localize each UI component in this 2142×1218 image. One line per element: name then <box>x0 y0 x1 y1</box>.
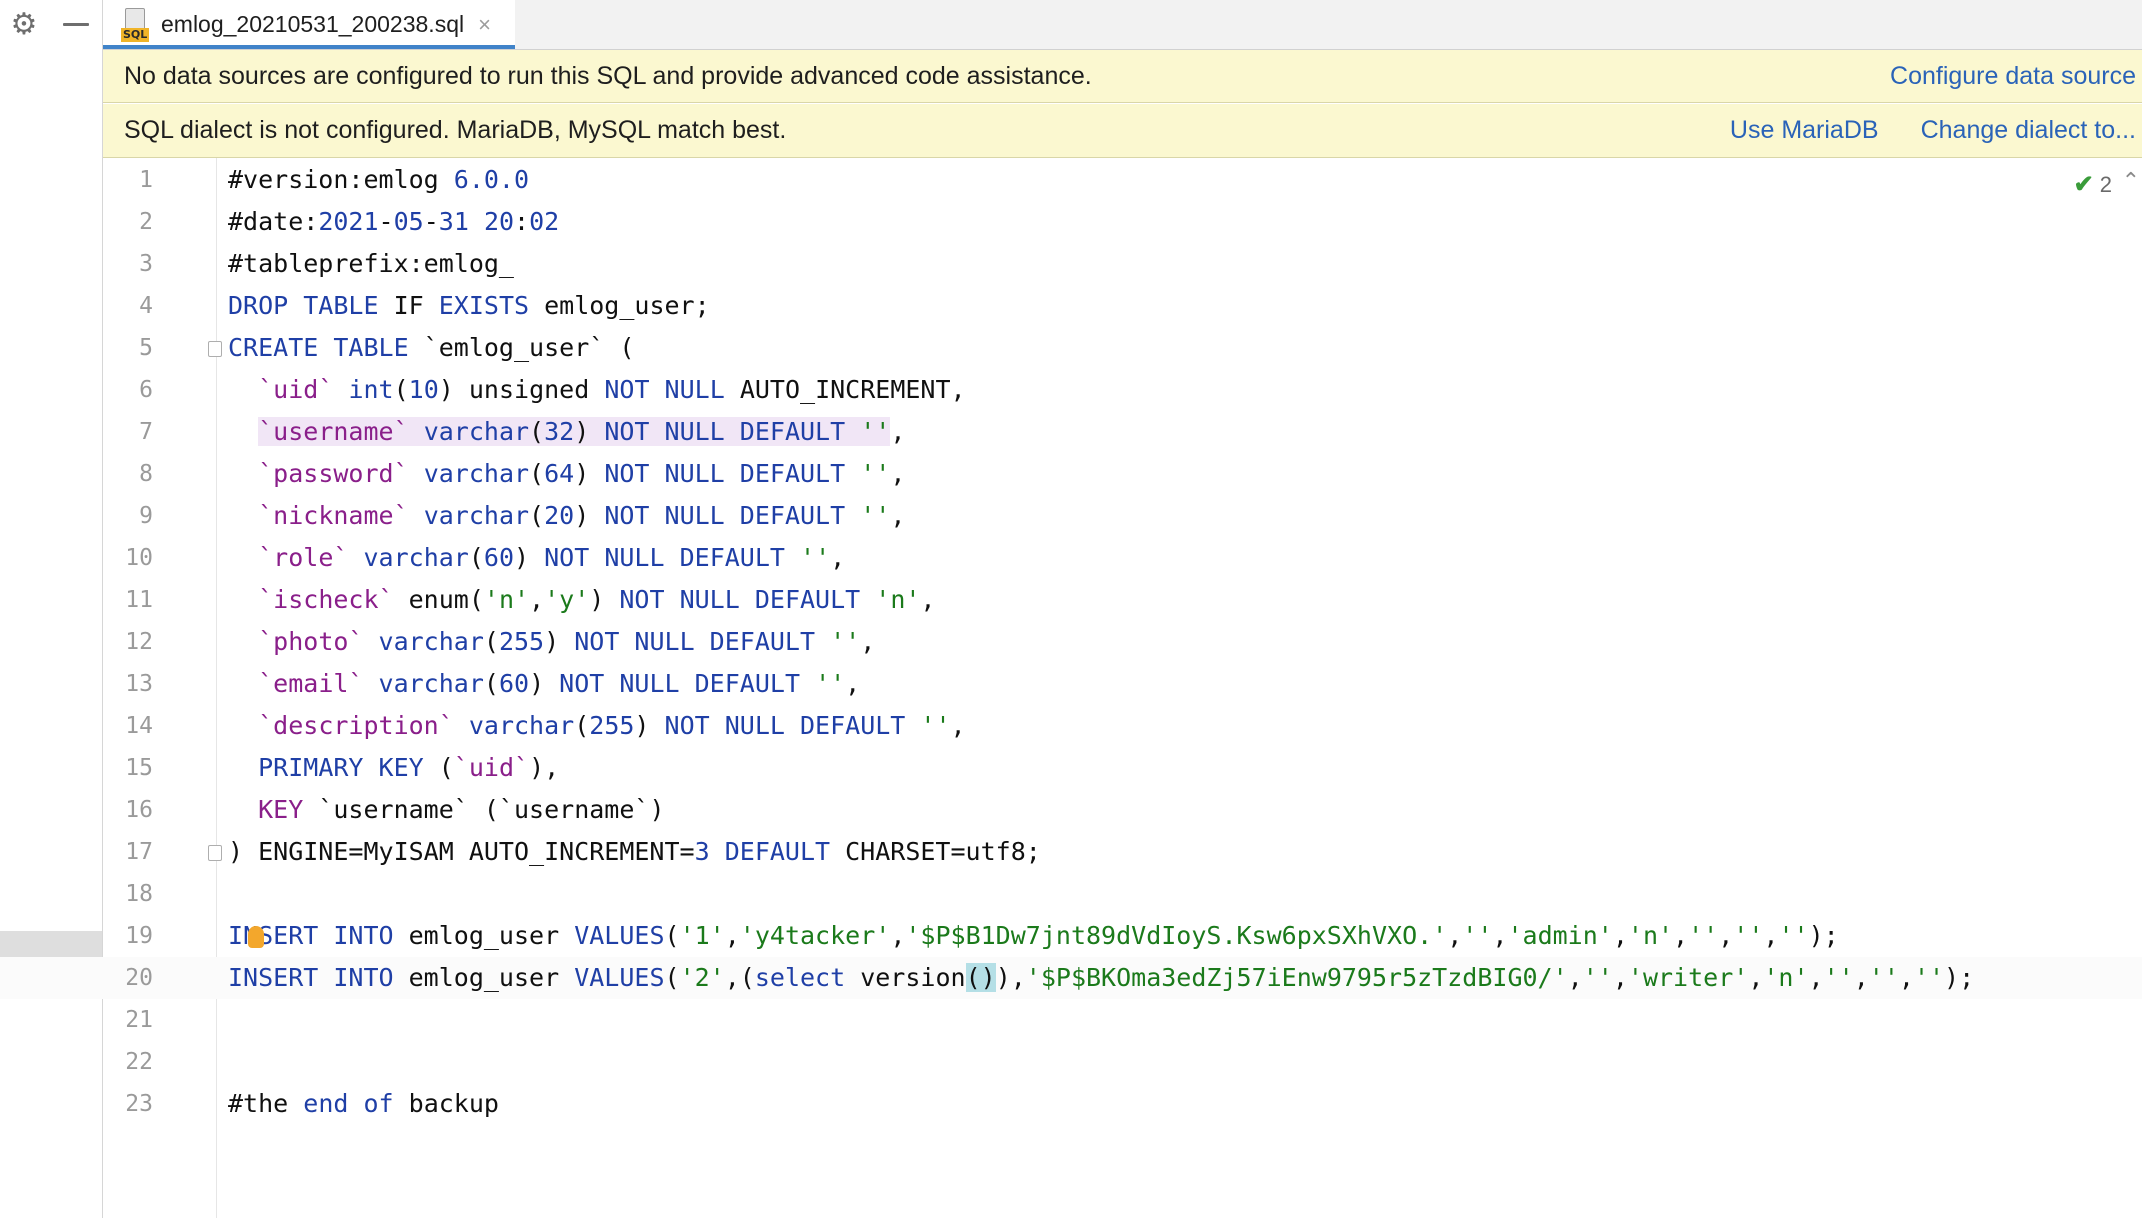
line-number: 2 <box>139 209 153 235</box>
code-text: `password` varchar(64) NOT NULL DEFAULT … <box>258 459 906 488</box>
line-number: 22 <box>125 1049 153 1075</box>
use-mariadb-link[interactable]: Use MariaDB <box>1730 116 1879 145</box>
code-text: `email` varchar(60) NOT NULL DEFAULT '', <box>258 669 861 698</box>
code-text: #version:emlog 6.0.0 <box>228 165 530 194</box>
line-number: 5 <box>139 335 153 361</box>
code-line[interactable]: 2 #date:2021-05-31 20:02 <box>0 201 2142 243</box>
code-text: `description` varchar(255) NOT NULL DEFA… <box>258 711 966 740</box>
code-line[interactable]: 14 `description` varchar(255) NOT NULL D… <box>0 705 2142 747</box>
gear-icon[interactable]: ⚙ <box>2 2 46 46</box>
tab-title: emlog_20210531_200238.sql <box>161 11 465 37</box>
code-line-current[interactable]: 20 INSERT INTO emlog_user VALUES('2',(se… <box>0 957 2142 999</box>
code-line[interactable]: 16 KEY `username` (`username`) <box>0 789 2142 831</box>
line-number: 19 <box>125 923 153 949</box>
code-text: DROP TABLE IF EXISTS emlog_user; <box>228 291 710 320</box>
code-text: `photo` varchar(255) NOT NULL DEFAULT ''… <box>258 627 876 656</box>
code-line[interactable]: 18 <box>0 873 2142 915</box>
code-line[interactable]: 6 `uid` int(10) unsigned NOT NULL AUTO_I… <box>0 369 2142 411</box>
code-text: #date:2021-05-31 20:02 <box>228 207 560 236</box>
intention-bulb-icon[interactable] <box>248 926 264 948</box>
line-number: 21 <box>125 1007 153 1033</box>
code-line[interactable]: 10 `role` varchar(60) NOT NULL DEFAULT '… <box>0 537 2142 579</box>
tab-sql-file[interactable]: SQL emlog_20210531_200238.sql × <box>103 0 515 49</box>
code-text: #the end of backup <box>228 1089 499 1118</box>
code-line[interactable]: 7 `username` varchar(32) NOT NULL DEFAUL… <box>0 411 2142 453</box>
code-line[interactable]: 13 `email` varchar(60) NOT NULL DEFAULT … <box>0 663 2142 705</box>
line-number: 11 <box>125 587 153 613</box>
editor-tab-bar: SQL emlog_20210531_200238.sql × <box>103 0 2142 50</box>
code-line[interactable]: 22 <box>0 1041 2142 1083</box>
change-dialect-link[interactable]: Change dialect to... <box>1921 116 2136 145</box>
code-text: INSERT INTO emlog_user VALUES('2',(selec… <box>228 963 1975 992</box>
minimize-icon[interactable] <box>54 2 98 46</box>
code-line[interactable]: 19 INSERT INTO emlog_user VALUES('1','y4… <box>0 915 2142 957</box>
code-text: CREATE TABLE `emlog_user` ( <box>228 333 635 362</box>
code-line[interactable]: 9 `nickname` varchar(20) NOT NULL DEFAUL… <box>0 495 2142 537</box>
code-text: ) ENGINE=MyISAM AUTO_INCREMENT=3 DEFAULT… <box>228 837 1041 866</box>
line-number: 10 <box>125 545 153 571</box>
code-text: `uid` int(10) unsigned NOT NULL AUTO_INC… <box>258 375 966 404</box>
line-number: 17 <box>125 839 153 865</box>
code-text: `role` varchar(60) NOT NULL DEFAULT '', <box>258 543 846 572</box>
line-number: 12 <box>125 629 153 655</box>
code-line[interactable]: 12 `photo` varchar(255) NOT NULL DEFAULT… <box>0 621 2142 663</box>
code-line[interactable]: 8 `password` varchar(64) NOT NULL DEFAUL… <box>0 453 2142 495</box>
line-number: 18 <box>125 881 153 907</box>
line-number: 9 <box>139 503 153 529</box>
code-line[interactable]: 15 PRIMARY KEY (`uid`), <box>0 747 2142 789</box>
code-line[interactable]: 4 DROP TABLE IF EXISTS emlog_user; <box>0 285 2142 327</box>
code-line[interactable]: 11 `ischeck` enum('n','y') NOT NULL DEFA… <box>0 579 2142 621</box>
code-text: `nickname` varchar(20) NOT NULL DEFAULT … <box>258 501 906 530</box>
line-number: 20 <box>125 965 153 991</box>
banner-message: SQL dialect is not configured. MariaDB, … <box>124 116 787 144</box>
configure-datasource-link[interactable]: Configure data source <box>1890 62 2136 91</box>
active-tab-indicator <box>103 45 515 49</box>
code-line[interactable]: 3 #tableprefix:emlog_ <box>0 243 2142 285</box>
line-number: 14 <box>125 713 153 739</box>
fold-toggle-icon[interactable] <box>208 845 222 861</box>
code-text: INSERT INTO emlog_user VALUES('1','y4tac… <box>228 921 1839 950</box>
close-icon[interactable]: × <box>478 12 491 38</box>
line-number: 15 <box>125 755 153 781</box>
code-text: `ischeck` enum('n','y') NOT NULL DEFAULT… <box>258 585 936 614</box>
code-line[interactable]: 5 CREATE TABLE `emlog_user` ( <box>0 327 2142 369</box>
line-number: 1 <box>139 167 153 193</box>
code-text: #tableprefix:emlog_ <box>228 249 514 278</box>
line-number: 3 <box>139 251 153 277</box>
banner-message: No data sources are configured to run th… <box>124 61 1092 90</box>
code-text: `username` varchar(32) NOT NULL DEFAULT … <box>258 417 906 446</box>
line-number: 6 <box>139 377 153 403</box>
code-line[interactable]: 23 #the end of backup <box>0 1083 2142 1125</box>
line-number: 8 <box>139 461 153 487</box>
line-number: 13 <box>125 671 153 697</box>
dialect-banner: SQL dialect is not configured. MariaDB, … <box>103 104 2142 158</box>
code-text: PRIMARY KEY (`uid`), <box>258 753 560 782</box>
code-line[interactable]: 17 ) ENGINE=MyISAM AUTO_INCREMENT=3 DEFA… <box>0 831 2142 873</box>
sql-file-icon: SQL <box>121 7 151 42</box>
line-number: 16 <box>125 797 153 823</box>
line-number: 4 <box>139 293 153 319</box>
code-line[interactable]: 1 #version:emlog 6.0.0 <box>0 159 2142 201</box>
code-line[interactable]: 21 <box>0 999 2142 1041</box>
line-number: 7 <box>139 419 153 445</box>
fold-toggle-icon[interactable] <box>208 341 222 357</box>
code-text: KEY `username` (`username`) <box>258 795 665 824</box>
line-number: 23 <box>125 1091 153 1117</box>
no-datasource-banner: No data sources are configured to run th… <box>103 50 2142 103</box>
